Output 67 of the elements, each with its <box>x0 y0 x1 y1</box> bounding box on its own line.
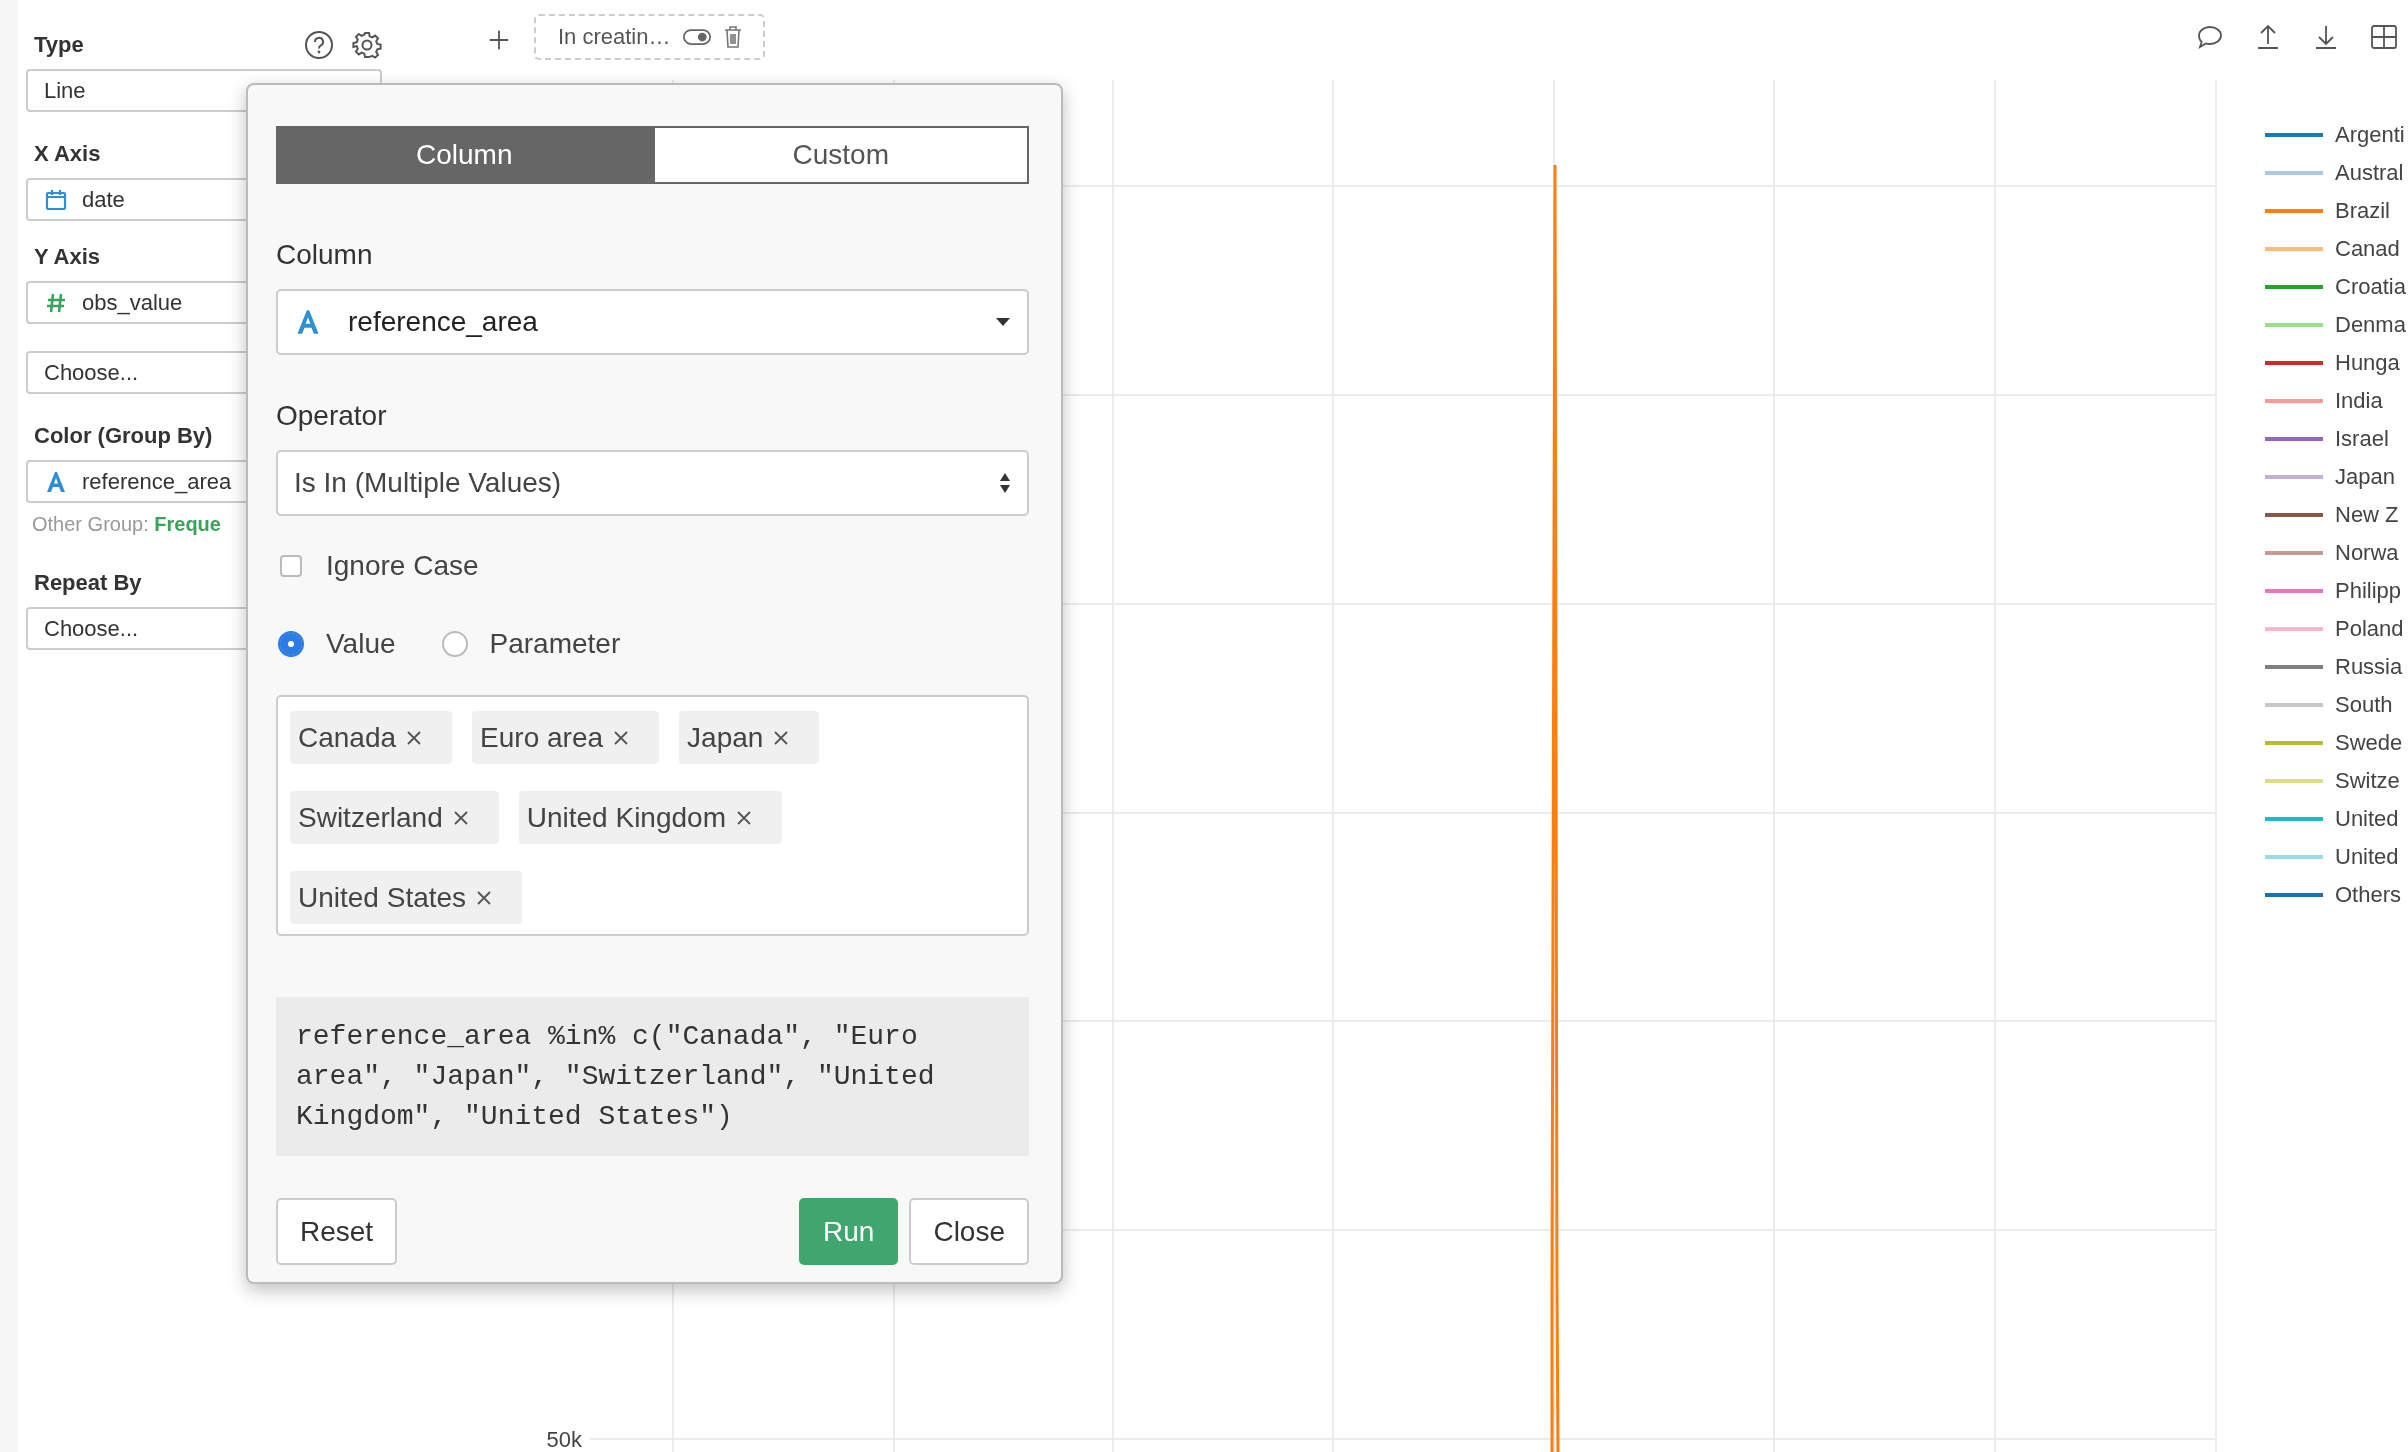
legend-label: Argenti <box>2335 122 2405 148</box>
checkbox-label: Ignore Case <box>326 550 479 582</box>
value-tag: United States <box>290 871 523 924</box>
close-icon[interactable] <box>613 729 630 746</box>
legend-label: Others <box>2335 882 2402 908</box>
mode-tab[interactable]: Column <box>276 126 653 184</box>
ignore-case-checkbox[interactable] <box>280 555 302 577</box>
table-icon[interactable] <box>2370 23 2398 51</box>
legend-label: Croatia <box>2335 274 2406 300</box>
sort-arrows-icon <box>999 471 1011 495</box>
field-label: X Axis <box>34 141 101 167</box>
legend-label: South <box>2335 692 2393 718</box>
close-button[interactable]: Close <box>909 1198 1029 1265</box>
draft-tab[interactable]: In creatin… <box>534 14 765 60</box>
operator-select[interactable]: Is In (Multiple Values) <box>276 450 1029 516</box>
add-icon[interactable] <box>488 29 510 51</box>
legend-label: Hunga <box>2335 350 2400 376</box>
legend-label: Israel <box>2335 426 2389 452</box>
expression-preview: reference_area %in% c("Canada", "Euro area", "Japan", "Switzerland", "United Kingdom", "United States") <box>276 997 1029 1156</box>
close-icon[interactable] <box>735 809 752 826</box>
reset-button[interactable]: Reset <box>276 1198 398 1265</box>
legend-label: Russia <box>2335 654 2403 680</box>
comment-icon[interactable] <box>2196 23 2224 51</box>
field-label: Column <box>276 238 374 272</box>
radio-label: Parameter <box>489 628 621 660</box>
legend-label: Denma <box>2335 312 2406 338</box>
legend-label: Swede <box>2335 730 2403 756</box>
close-icon[interactable] <box>773 729 790 746</box>
values-input[interactable]: Canada Euro area Japan Switzerland United Kingdom United States <box>276 695 1029 936</box>
close-icon[interactable] <box>452 809 469 826</box>
legend-label: Poland <box>2335 616 2404 642</box>
legend-label: United <box>2335 844 2399 870</box>
radio-button[interactable] <box>278 631 304 657</box>
calendar-icon <box>44 187 68 212</box>
help-icon[interactable] <box>304 30 334 60</box>
value-tag: United Kingdom <box>518 791 782 844</box>
field-label: Type <box>34 32 84 58</box>
column-select[interactable]: reference_area <box>276 289 1029 355</box>
caret-icon <box>995 317 1011 327</box>
close-icon[interactable] <box>406 729 423 746</box>
mode-tab[interactable]: Custom <box>652 126 1029 184</box>
legend-label: Switze <box>2335 768 2400 794</box>
legend-label: New Z <box>2335 502 2399 528</box>
legend-label: United <box>2335 806 2399 832</box>
settings-icon[interactable] <box>352 30 382 60</box>
value-tag: Japan <box>679 711 820 764</box>
field-label: Repeat By <box>34 570 142 596</box>
close-icon[interactable] <box>476 889 493 906</box>
legend-label: Canad <box>2335 236 2400 262</box>
radio-button[interactable] <box>441 631 468 657</box>
trash-icon[interactable] <box>722 25 743 49</box>
text-type-icon <box>44 469 68 494</box>
field-label: Y Axis <box>34 244 101 270</box>
legend-label: India <box>2335 388 2383 414</box>
value-tag: Canada <box>290 711 453 764</box>
value-tag: Switzerland <box>290 791 499 844</box>
value-tag: Euro area <box>472 711 660 764</box>
legend-label: Philipp <box>2335 578 2402 604</box>
toggle-icon[interactable] <box>682 28 711 46</box>
field-label: Color (Group By) <box>34 423 213 449</box>
legend-label: Japan <box>2335 464 2395 490</box>
legend-label: Austral <box>2335 160 2404 186</box>
legend-label: Norwa <box>2335 540 2399 566</box>
legend-label: Brazil <box>2335 198 2390 224</box>
axis-tick-label: 50k <box>546 1427 582 1452</box>
other-group-note: Other Group: <box>32 513 149 535</box>
field-label: Operator <box>276 399 388 433</box>
